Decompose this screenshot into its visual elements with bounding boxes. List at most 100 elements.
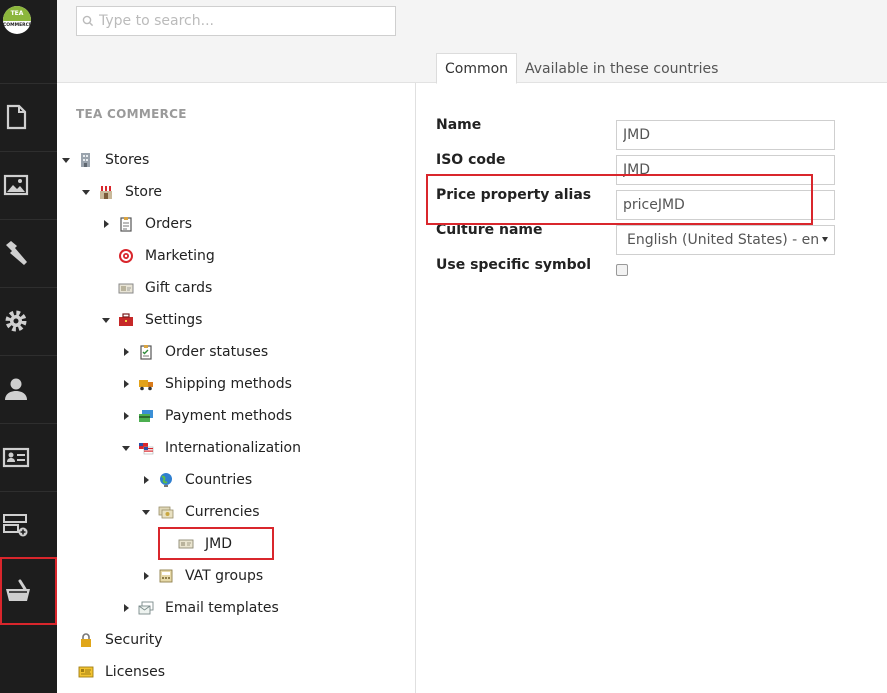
tree-label: VAT groups (185, 568, 264, 584)
section-users[interactable] (0, 355, 57, 422)
section-members[interactable] (0, 423, 57, 490)
envelopes-icon (137, 600, 155, 616)
tree-node-countries[interactable]: Countries (139, 468, 252, 492)
tree-header (57, 0, 416, 83)
gear-icon (5, 310, 27, 332)
tree-label: Orders (145, 216, 193, 232)
tree-label: Store (125, 184, 163, 200)
expand-arrow-icon[interactable] (79, 189, 93, 195)
editor-header: Common Available in these countries (416, 0, 887, 84)
layout-add-icon (3, 514, 28, 537)
section-content[interactable] (0, 83, 57, 150)
tree-label: Internationalization (165, 440, 301, 456)
wrench-icon (6, 241, 27, 265)
tree-node-internationalization[interactable]: Internationalization (119, 436, 301, 460)
search-box[interactable] (76, 6, 396, 36)
logo-disc: TEA COMMERCE (3, 6, 31, 34)
money-stack-icon (157, 504, 175, 520)
use-specific-symbol-checkbox[interactable] (616, 264, 628, 276)
expand-arrow-icon[interactable] (99, 317, 113, 323)
app-sidebar: TEA COMMERCE (0, 0, 57, 693)
section-settings[interactable] (0, 287, 57, 354)
tree-node-order-statuses[interactable]: Order statuses (119, 340, 268, 364)
document-icon (6, 104, 27, 130)
toolbox-icon (117, 312, 135, 328)
tree-label: Stores (105, 152, 150, 168)
expand-arrow-icon[interactable] (119, 604, 133, 612)
tree-label: Order statuses (165, 344, 269, 360)
tree-node-store[interactable]: Store (79, 180, 162, 204)
search-input[interactable] (99, 13, 389, 29)
tree-node-stores[interactable]: Stores (59, 148, 149, 172)
section-media[interactable] (0, 151, 57, 218)
tree-label: Marketing (145, 248, 215, 264)
shop-icon (97, 184, 115, 200)
tree-label: Shipping methods (165, 376, 292, 392)
alias-highlight-box (426, 174, 813, 225)
logo-text-commerce: COMMERCE (3, 23, 31, 28)
target-icon (117, 248, 135, 264)
tree-label: Email templates (165, 600, 279, 616)
section-tea-commerce[interactable] (0, 557, 57, 625)
tree-node-email-templates[interactable]: Email templates (119, 596, 279, 620)
tree-label: Gift cards (145, 280, 213, 296)
tree-label: Security (105, 632, 163, 648)
license-card-icon (77, 664, 95, 680)
iso-code-label: ISO code (436, 152, 506, 168)
padlock-icon (77, 632, 95, 648)
expand-arrow-icon[interactable] (119, 445, 133, 451)
flags-icon (137, 440, 155, 456)
tree-node-orders[interactable]: Orders (99, 212, 192, 236)
search-icon (77, 15, 99, 27)
checklist-icon (137, 344, 155, 360)
expand-arrow-icon[interactable] (59, 157, 73, 163)
tree-node-currencies[interactable]: Currencies (139, 500, 260, 524)
tree-node-gift-cards[interactable]: Gift cards (99, 276, 212, 300)
gift-card-icon (117, 280, 135, 296)
expand-arrow-icon[interactable] (139, 572, 153, 580)
tree-label: Currencies (185, 504, 260, 520)
tree-label: Countries (185, 472, 253, 488)
credit-cards-icon (137, 408, 155, 424)
tree-node-vat-groups[interactable]: VAT groups (139, 564, 263, 588)
culture-name-value: English (United States) - en-US (627, 232, 835, 248)
tree-node-settings[interactable]: Settings (99, 308, 202, 332)
tree-node-shipping-methods[interactable]: Shipping methods (119, 372, 292, 396)
tree-node-payment-methods[interactable]: Payment methods (119, 404, 292, 428)
expand-arrow-icon[interactable] (139, 476, 153, 484)
tree-node-security[interactable]: Security (59, 628, 163, 652)
use-specific-symbol-label: Use specific symbol (436, 257, 592, 273)
tree-node-marketing[interactable]: Marketing (99, 244, 215, 268)
tab-available-countries[interactable]: Available in these countries (517, 53, 726, 84)
tree-panel: TEA COMMERCE Stores Store Orders Marketi… (57, 0, 416, 693)
truck-icon (137, 376, 155, 392)
basket-icon (6, 579, 30, 601)
globe-icon (157, 472, 175, 488)
id-card-icon (2, 447, 30, 468)
user-icon (5, 378, 27, 400)
tree-label: Payment methods (165, 408, 293, 424)
culture-name-select[interactable]: English (United States) - en-US (616, 225, 835, 255)
expand-arrow-icon[interactable] (119, 412, 133, 420)
clipboard-icon (117, 216, 135, 232)
tea-commerce-logo[interactable]: TEA COMMERCE (0, 0, 57, 83)
expand-arrow-icon[interactable] (99, 220, 113, 228)
tab-common[interactable]: Common (436, 53, 518, 84)
name-label: Name (436, 117, 482, 133)
tree-section-title: TEA COMMERCE (76, 107, 187, 121)
expand-arrow-icon[interactable] (119, 348, 133, 356)
logo-text-tea: TEA (10, 10, 24, 17)
building-icon (77, 152, 95, 168)
tree-node-licenses[interactable]: Licenses (59, 660, 165, 684)
expand-arrow-icon[interactable] (119, 380, 133, 388)
section-forms[interactable] (0, 491, 57, 558)
expand-arrow-icon[interactable] (139, 509, 153, 515)
chevron-down-icon (822, 237, 828, 242)
name-field[interactable] (616, 120, 835, 150)
jmd-highlight-box (158, 527, 274, 560)
tree-label: Settings (145, 312, 203, 328)
section-developer[interactable] (0, 219, 57, 286)
editor-panel: Common Available in these countries Name… (416, 0, 887, 693)
tree-label: Licenses (105, 664, 166, 680)
image-icon (3, 174, 29, 196)
